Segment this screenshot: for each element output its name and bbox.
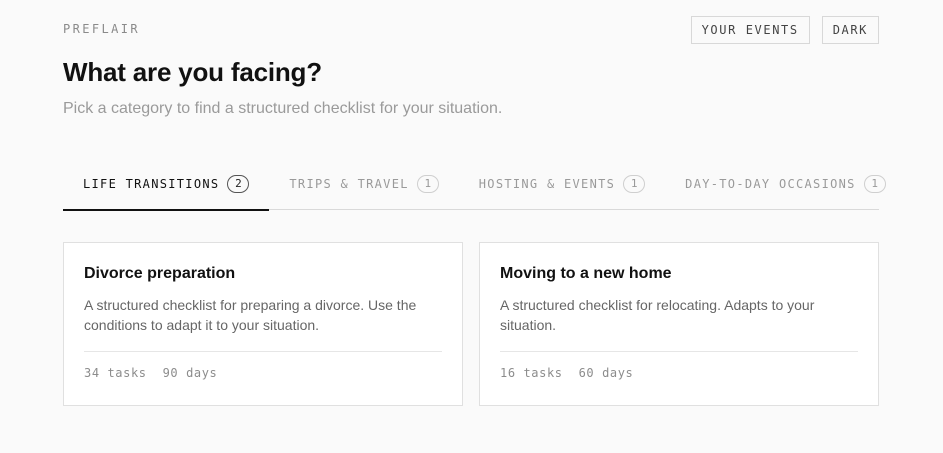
card-divider bbox=[84, 351, 442, 352]
tab-label: LIFE TRANSITIONS bbox=[83, 177, 220, 191]
duration-days: 60 days bbox=[578, 366, 634, 380]
page: PREFLAIR YOUR EVENTS DARK What are you f… bbox=[0, 0, 943, 453]
card-description: A structured checklist for relocating. A… bbox=[500, 297, 815, 333]
task-count: 16 tasks bbox=[500, 366, 563, 380]
top-actions: YOUR EVENTS DARK bbox=[690, 16, 879, 44]
card-title: Divorce preparation bbox=[84, 265, 236, 282]
card-meta: 34 tasks 90 days bbox=[84, 366, 442, 380]
brand-logo[interactable]: PREFLAIR bbox=[63, 22, 140, 36]
card-meta: 16 tasks 60 days bbox=[500, 366, 858, 380]
card-description: A structured checklist for preparing a d… bbox=[84, 297, 417, 333]
tab-label: HOSTING & EVENTS bbox=[478, 177, 616, 191]
category-tabs: LIFE TRANSITIONS 2 TRIPS & TRAVEL 1 HOST… bbox=[63, 166, 886, 211]
duration-days: 90 days bbox=[162, 366, 218, 380]
tab-trips-travel[interactable]: TRIPS & TRAVEL 1 bbox=[269, 166, 458, 210]
your-events-button[interactable]: YOUR EVENTS bbox=[690, 16, 810, 44]
tab-life-transitions[interactable]: LIFE TRANSITIONS 2 bbox=[63, 166, 270, 211]
task-count: 34 tasks bbox=[84, 366, 147, 380]
tab-label: DAY-TO-DAY OCCASIONS bbox=[685, 177, 856, 191]
checklist-card-moving[interactable]: Moving to a new home A structured checkl… bbox=[479, 242, 879, 406]
theme-toggle-button[interactable]: DARK bbox=[821, 16, 879, 44]
tab-count-badge: 2 bbox=[227, 175, 250, 193]
card-title: Moving to a new home bbox=[500, 265, 672, 282]
tab-count-badge: 1 bbox=[416, 175, 439, 193]
tab-count-badge: 1 bbox=[623, 175, 646, 193]
tab-hosting-events[interactable]: HOSTING & EVENTS 1 bbox=[459, 166, 665, 210]
tab-count-badge: 1 bbox=[863, 175, 886, 193]
tab-day-to-day-occasions[interactable]: DAY-TO-DAY OCCASIONS 1 bbox=[665, 166, 906, 210]
tab-label: TRIPS & TRAVEL bbox=[289, 177, 409, 191]
checklist-card-divorce[interactable]: Divorce preparation A structured checkli… bbox=[63, 242, 463, 406]
page-subtitle: Pick a category to find a structured che… bbox=[63, 100, 503, 117]
card-divider bbox=[500, 351, 858, 352]
page-title: What are you facing? bbox=[63, 57, 322, 87]
checklist-cards: Divorce preparation A structured checkli… bbox=[63, 242, 879, 406]
